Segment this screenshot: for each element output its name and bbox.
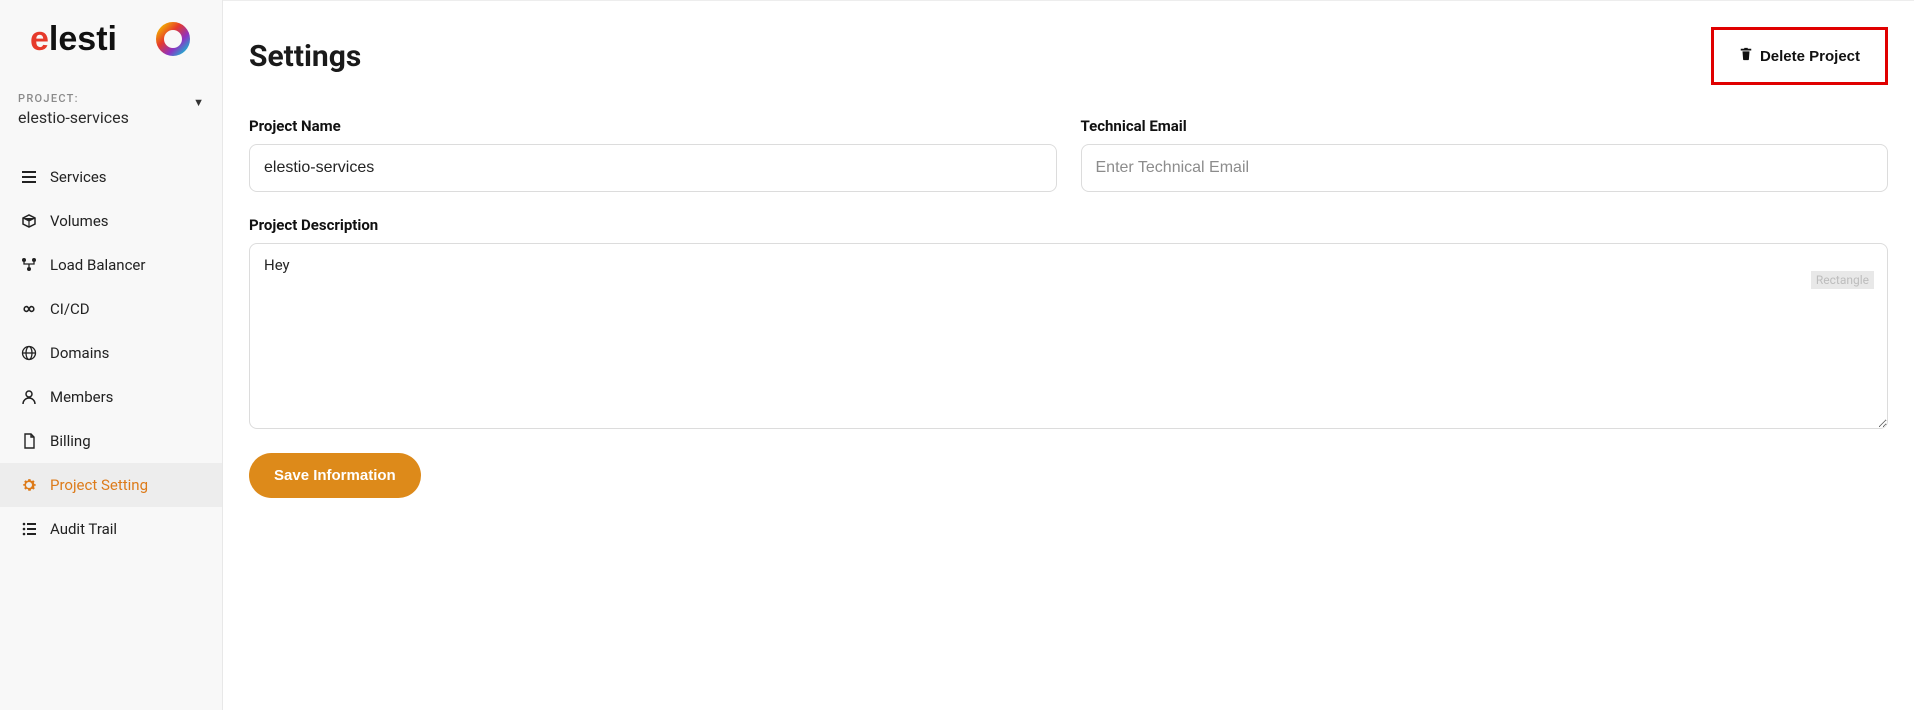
trash-icon [1739, 47, 1753, 65]
sidebar-item-label: Volumes [50, 212, 109, 230]
sidebar-item-billing[interactable]: Billing [0, 419, 222, 463]
delete-project-button[interactable]: Delete Project [1723, 36, 1876, 76]
sidebar-item-label: Project Setting [50, 476, 148, 494]
save-information-button[interactable]: Save Information [249, 453, 421, 498]
sidebar-item-members[interactable]: Members [0, 375, 222, 419]
page-header: Settings Delete Project [249, 27, 1888, 85]
svg-text:elesti: elesti [30, 20, 117, 58]
rectangle-tag: Rectangle [1811, 271, 1874, 289]
sidebar-item-label: Domains [50, 344, 109, 362]
list-icon [20, 168, 38, 186]
main-content: Settings Delete Project Project Name Tec… [223, 0, 1914, 710]
audit-icon [20, 520, 38, 538]
infinity-icon [20, 300, 38, 318]
user-icon [20, 388, 38, 406]
page-title: Settings [249, 39, 361, 74]
sidebar-item-label: Services [50, 168, 107, 186]
technical-email-input[interactable] [1081, 144, 1889, 192]
sidebar-item-volumes[interactable]: Volumes [0, 199, 222, 243]
balance-icon [20, 256, 38, 274]
project-description-input[interactable] [249, 243, 1888, 429]
sidebar-item-project-setting[interactable]: Project Setting [0, 463, 222, 507]
delete-project-label: Delete Project [1760, 48, 1860, 65]
sidebar-nav: Services Volumes Load Balancer CI/CD Dom… [0, 155, 222, 551]
project-name-input[interactable] [249, 144, 1057, 192]
file-icon [20, 432, 38, 450]
sidebar: elesti PROJECT: elestio-services ▼ Servi… [0, 0, 223, 710]
project-name: elestio-services [18, 108, 204, 127]
sidebar-item-label: Members [50, 388, 113, 406]
sidebar-item-services[interactable]: Services [0, 155, 222, 199]
sidebar-item-load-balancer[interactable]: Load Balancer [0, 243, 222, 287]
technical-email-field: Technical Email [1081, 117, 1889, 192]
caret-down-icon: ▼ [193, 96, 204, 109]
delete-highlight-box: Delete Project [1711, 27, 1888, 85]
sidebar-item-label: Audit Trail [50, 520, 117, 538]
gear-icon [20, 476, 38, 494]
brand-logo: elesti [0, 0, 222, 70]
sidebar-item-domains[interactable]: Domains [0, 331, 222, 375]
technical-email-label: Technical Email [1081, 117, 1889, 135]
project-name-field: Project Name [249, 117, 1057, 192]
project-selector[interactable]: PROJECT: elestio-services ▼ [0, 70, 222, 131]
project-label: PROJECT: [18, 92, 204, 105]
form-row-1: Project Name Technical Email [249, 117, 1888, 192]
project-description-field: Project Description Rectangle [249, 216, 1888, 433]
sidebar-item-label: CI/CD [50, 300, 90, 318]
project-description-label: Project Description [249, 216, 1888, 234]
globe-icon [20, 344, 38, 362]
sidebar-item-audit-trail[interactable]: Audit Trail [0, 507, 222, 551]
sidebar-item-label: Load Balancer [50, 256, 145, 274]
sidebar-item-cicd[interactable]: CI/CD [0, 287, 222, 331]
box-icon [20, 212, 38, 230]
sidebar-item-label: Billing [50, 432, 91, 450]
project-name-label: Project Name [249, 117, 1057, 135]
